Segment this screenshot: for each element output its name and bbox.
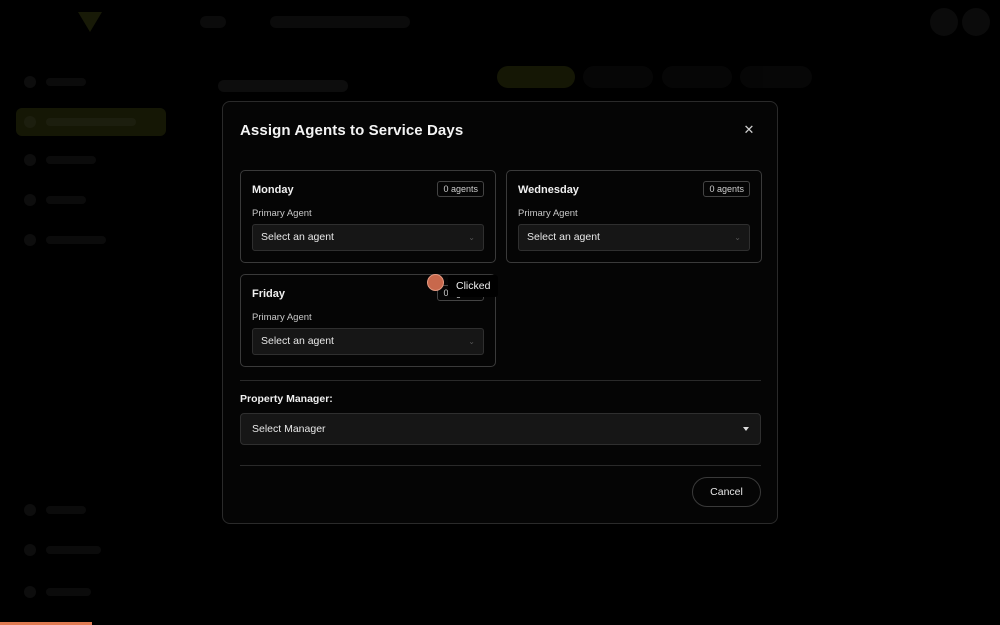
sidebar-item — [16, 186, 166, 214]
agent-count-badge: 0 agents — [437, 181, 484, 197]
background-tab — [583, 66, 653, 88]
day-name: Wednesday — [518, 184, 579, 196]
sidebar-item — [16, 226, 166, 254]
cancel-button[interactable]: Cancel — [692, 477, 761, 507]
divider — [240, 380, 761, 381]
sidebar-item-active — [16, 108, 166, 136]
logo-icon — [78, 12, 102, 32]
select-value: Select an agent — [261, 335, 334, 347]
modal-title: Assign Agents to Service Days — [240, 122, 464, 139]
primary-agent-select-monday[interactable]: Select an agent ⌄ — [252, 224, 484, 251]
top-bar — [0, 0, 1000, 50]
page-title — [218, 80, 348, 92]
close-icon: ✕ — [743, 122, 755, 137]
click-indicator-label: Clicked — [448, 275, 499, 297]
day-card-wednesday: Wednesday 0 agents Primary Agent Select … — [506, 170, 762, 263]
property-manager-label: Property Manager: — [240, 393, 333, 405]
day-name: Monday — [252, 184, 294, 196]
chevron-down-icon: ⌄ — [468, 337, 475, 346]
caret-down-icon — [743, 427, 749, 431]
day-name: Friday — [252, 288, 286, 300]
property-manager-select[interactable]: Select Manager — [240, 413, 761, 445]
background-tab — [662, 66, 732, 88]
avatar — [930, 8, 958, 36]
background-tab — [497, 66, 575, 88]
primary-agent-select-friday[interactable]: Select an agent ⌄ — [252, 328, 484, 355]
select-value: Select Manager — [252, 423, 326, 435]
app-root: Assign Agents to Service Days ✕ Monday 0… — [0, 0, 1000, 625]
select-value: Select an agent — [527, 231, 600, 243]
chevron-down-icon: ⌄ — [468, 233, 475, 242]
top-nav-item — [270, 16, 410, 28]
divider — [240, 465, 761, 466]
user-menu-icon — [962, 8, 990, 36]
sidebar-item — [16, 496, 166, 524]
click-marker-icon — [427, 274, 444, 291]
primary-agent-label: Primary Agent — [252, 312, 312, 323]
day-card-monday: Monday 0 agents Primary Agent Select an … — [240, 170, 496, 263]
primary-agent-label: Primary Agent — [252, 208, 312, 219]
agent-count-badge: 0 agents — [703, 181, 750, 197]
top-nav-item — [200, 16, 226, 28]
select-value: Select an agent — [261, 231, 334, 243]
sidebar-item — [16, 536, 166, 564]
sidebar-item — [16, 146, 166, 174]
close-button[interactable]: ✕ — [741, 122, 757, 138]
sidebar-item — [16, 68, 166, 96]
background-tab — [740, 66, 812, 88]
sidebar-item — [16, 578, 166, 606]
primary-agent-label: Primary Agent — [518, 208, 578, 219]
assign-agents-modal: Assign Agents to Service Days ✕ Monday 0… — [222, 101, 778, 524]
primary-agent-select-wednesday[interactable]: Select an agent ⌄ — [518, 224, 750, 251]
sidebar — [0, 50, 185, 625]
chevron-down-icon: ⌄ — [734, 233, 741, 242]
